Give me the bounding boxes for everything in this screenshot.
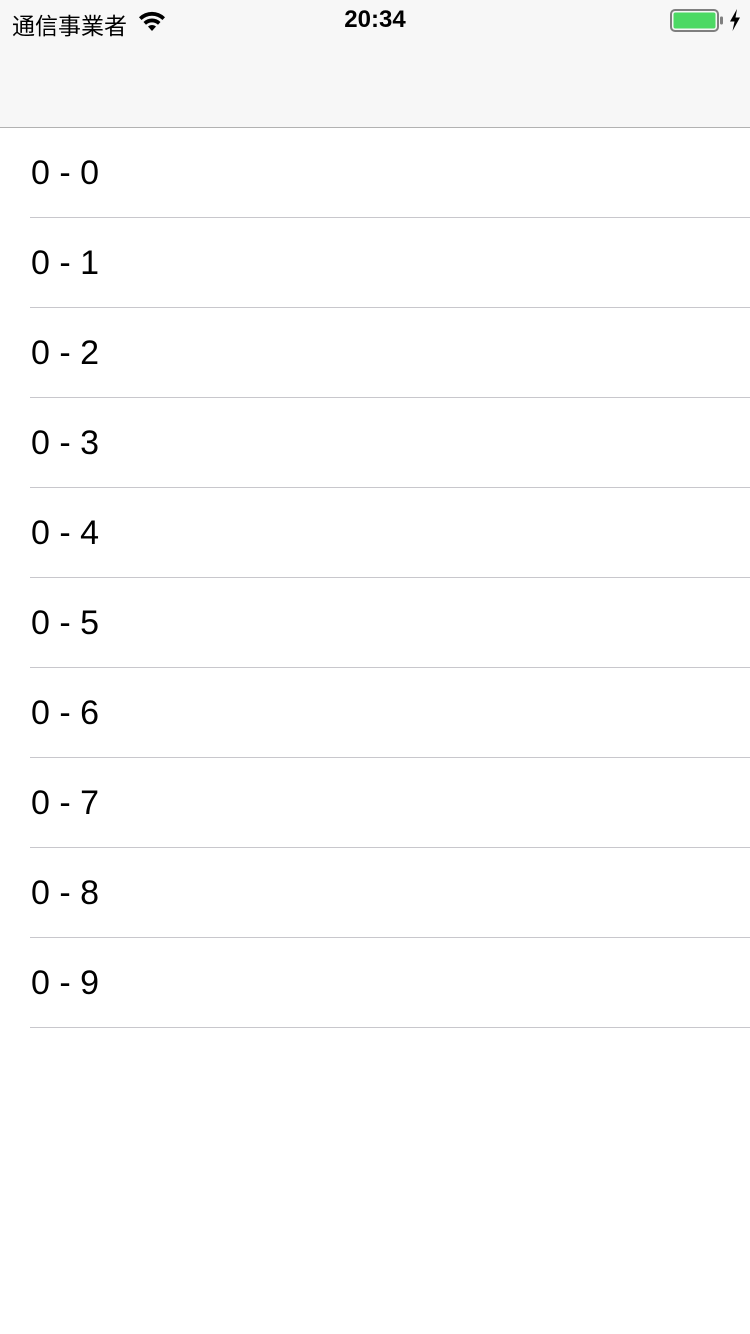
list-item[interactable]: 0 - 8 xyxy=(0,848,750,938)
list-item-label: 0 - 7 xyxy=(31,784,100,822)
list-item[interactable]: 0 - 0 xyxy=(0,128,750,218)
list-item[interactable]: 0 - 1 xyxy=(0,218,750,308)
list-item[interactable]: 0 - 9 xyxy=(0,938,750,1028)
list-item-label: 0 - 2 xyxy=(31,334,100,372)
status-bar: 通信事業者 20:34 xyxy=(0,0,750,40)
charging-bolt-icon xyxy=(730,9,740,31)
row-separator xyxy=(30,1027,750,1028)
list-item-label: 0 - 6 xyxy=(31,694,100,732)
list-item-label: 0 - 8 xyxy=(31,874,100,912)
navigation-bar: 通信事業者 20:34 xyxy=(0,0,750,128)
list-item-label: 0 - 9 xyxy=(31,964,100,1002)
list-item[interactable]: 0 - 3 xyxy=(0,398,750,488)
list-item-label: 0 - 4 xyxy=(31,514,100,552)
list-item-label: 0 - 3 xyxy=(31,424,100,462)
list-item[interactable]: 0 - 7 xyxy=(0,758,750,848)
status-time: 20:34 xyxy=(344,6,406,33)
list-item[interactable]: 0 - 2 xyxy=(0,308,750,398)
list-item[interactable]: 0 - 6 xyxy=(0,668,750,758)
battery-icon xyxy=(670,9,723,32)
screen: 通信事業者 20:34 0 - 0 0 - 1 0 - 2 0 - 3 0 - … xyxy=(0,0,750,1334)
list-item-label: 0 - 5 xyxy=(31,604,100,642)
list-item-label: 0 - 1 xyxy=(31,244,100,282)
table-view[interactable]: 0 - 0 0 - 1 0 - 2 0 - 3 0 - 4 0 - 5 0 - … xyxy=(0,128,750,1028)
list-item[interactable]: 0 - 4 xyxy=(0,488,750,578)
list-item-label: 0 - 0 xyxy=(31,154,100,192)
list-item[interactable]: 0 - 5 xyxy=(0,578,750,668)
